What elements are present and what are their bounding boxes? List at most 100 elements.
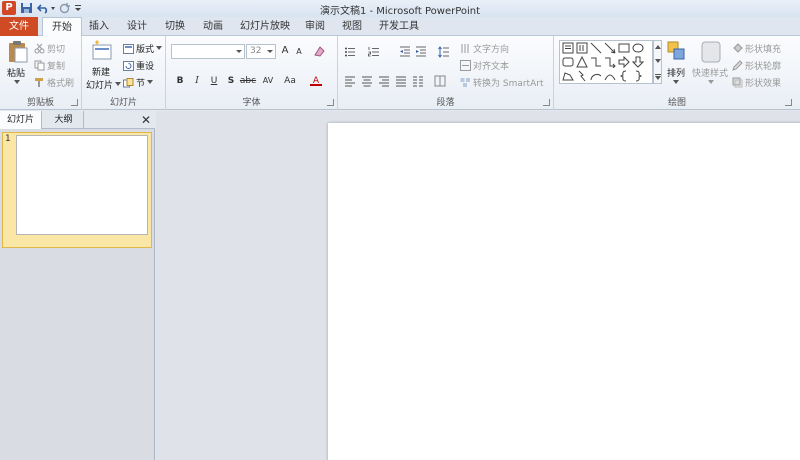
tab-insert[interactable]: 插入: [84, 17, 114, 36]
reset-button[interactable]: 重设: [123, 59, 154, 72]
slide-thumbnail[interactable]: [16, 135, 148, 235]
tab-animations[interactable]: 动画: [196, 17, 230, 36]
strikethrough-button[interactable]: abc: [239, 75, 257, 87]
shape-outline-label: 形状轮廓: [745, 62, 782, 72]
shape-effects-button[interactable]: 形状效果: [732, 76, 781, 89]
elbow-connector-shape-icon[interactable]: [590, 56, 602, 68]
align-center-icon[interactable]: [361, 75, 373, 87]
slide-canvas[interactable]: [328, 123, 800, 460]
freeform-shape-icon[interactable]: [562, 70, 574, 82]
quick-styles-icon[interactable]: [700, 40, 722, 64]
layout-button[interactable]: 版式: [123, 42, 163, 55]
line-shape-icon[interactable]: [590, 42, 602, 54]
tab-developer[interactable]: 开发工具: [374, 17, 424, 36]
down-arrow-shape-icon[interactable]: [632, 56, 644, 68]
clipboard-launcher-icon[interactable]: [71, 99, 78, 106]
quick-styles-button[interactable]: 快速样式: [692, 66, 728, 79]
character-spacing-button[interactable]: AV: [260, 75, 276, 87]
curve-shape-icon[interactable]: [604, 70, 616, 82]
justify-icon[interactable]: [395, 75, 407, 87]
shape-outline-button[interactable]: 形状轮廓: [732, 59, 781, 72]
tab-slideshow[interactable]: 幻灯片放映: [237, 17, 293, 36]
arrow-line-shape-icon[interactable]: [604, 42, 616, 54]
format-painter-button[interactable]: 格式刷: [34, 76, 74, 89]
paint-bucket-icon: [733, 43, 743, 53]
rectangle-shape-icon[interactable]: [618, 42, 630, 54]
tab-outline-panel[interactable]: 大纲: [44, 111, 84, 129]
clear-formatting-icon[interactable]: [313, 45, 326, 58]
textbox-shape-icon[interactable]: [562, 42, 574, 54]
tab-slides-panel[interactable]: 幻灯片: [0, 111, 42, 129]
new-slide-button[interactable]: 新建: [92, 65, 110, 78]
quick-styles-dropdown-icon[interactable]: [708, 80, 714, 85]
line-spacing-icon[interactable]: [438, 46, 450, 58]
arrange-button[interactable]: 排列: [667, 66, 685, 79]
triangle-shape-icon[interactable]: [576, 56, 588, 68]
section-icon: [123, 77, 134, 87]
arrange-dropdown-icon[interactable]: [673, 80, 679, 85]
grow-font-button[interactable]: A: [279, 45, 291, 57]
shapes-gallery-scroll[interactable]: [653, 40, 662, 84]
oval-shape-icon[interactable]: [632, 42, 644, 54]
layout-icon: [123, 43, 134, 54]
new-slide-icon[interactable]: [91, 40, 113, 62]
columns-dropdown-icon[interactable]: [434, 75, 446, 87]
elbow-arrow-shape-icon[interactable]: [604, 56, 616, 68]
text-shadow-s-button[interactable]: S: [225, 75, 237, 87]
layout-label: 版式: [136, 45, 155, 55]
paste-dropdown-icon[interactable]: [14, 80, 20, 85]
tab-design[interactable]: 设计: [120, 17, 154, 36]
bullets-icon[interactable]: [344, 46, 356, 58]
font-size-select[interactable]: 32: [246, 44, 276, 59]
gallery-more-icon: [655, 74, 661, 80]
arrange-icon[interactable]: [665, 40, 687, 64]
cut-button[interactable]: 剪切: [34, 42, 65, 55]
ribbon-home: 粘贴 剪切 复制 格式刷 剪贴板 新建 幻灯片 版式 重设 节 幻灯片 32 A…: [0, 36, 800, 110]
shrink-font-button[interactable]: A: [293, 46, 305, 58]
left-brace-shape-icon[interactable]: [618, 70, 630, 82]
columns-icon[interactable]: [412, 75, 424, 87]
font-size-value: 32: [250, 46, 262, 56]
new-slide-dropdown[interactable]: 幻灯片: [86, 78, 122, 91]
paragraph-launcher-icon[interactable]: [543, 99, 550, 106]
section-button[interactable]: 节: [123, 76, 154, 89]
tab-home[interactable]: 开始: [42, 17, 82, 37]
font-color-button[interactable]: A: [310, 75, 322, 86]
align-left-icon[interactable]: [344, 75, 356, 87]
gallery-up-icon: [655, 45, 661, 49]
format-painter-label: 格式刷: [47, 79, 75, 89]
align-text-button[interactable]: 对齐文本: [460, 59, 509, 72]
shapes-gallery[interactable]: [559, 40, 653, 84]
copy-button[interactable]: 复制: [34, 59, 65, 72]
underline-button[interactable]: U: [208, 75, 220, 87]
right-brace-shape-icon[interactable]: [632, 70, 644, 82]
font-name-select[interactable]: [171, 44, 245, 59]
lightning-shape-icon[interactable]: [576, 70, 588, 82]
text-direction-button[interactable]: 文字方向: [460, 42, 509, 55]
paste-button[interactable]: 粘贴: [7, 66, 25, 79]
paste-icon[interactable]: [7, 40, 29, 64]
increase-indent-icon[interactable]: [415, 46, 427, 58]
tab-transitions[interactable]: 切换: [158, 17, 192, 36]
drawing-launcher-icon[interactable]: [785, 99, 792, 106]
vertical-textbox-shape-icon[interactable]: [576, 42, 588, 54]
tab-review[interactable]: 审阅: [300, 17, 330, 36]
italic-button[interactable]: I: [191, 75, 203, 87]
arc-shape-icon[interactable]: [590, 70, 602, 82]
decrease-indent-icon[interactable]: [399, 46, 411, 58]
change-case-button[interactable]: Aa: [282, 75, 298, 87]
font-launcher-icon[interactable]: [327, 99, 334, 106]
slide-editor-area[interactable]: [156, 111, 800, 460]
rounded-rectangle-shape-icon[interactable]: [562, 56, 574, 68]
align-right-icon[interactable]: [378, 75, 390, 87]
tab-file[interactable]: 文件: [0, 17, 38, 36]
right-arrow-shape-icon[interactable]: [618, 56, 630, 68]
close-panel-icon[interactable]: ✕: [141, 112, 151, 128]
new-slide-label: 新建: [92, 68, 111, 78]
convert-smartart-button[interactable]: 转换为 SmartArt: [460, 76, 543, 89]
numbering-icon[interactable]: [368, 46, 380, 58]
shape-fill-button[interactable]: 形状填充: [732, 42, 781, 55]
shape-effects-label: 形状效果: [745, 79, 782, 89]
tab-view[interactable]: 视图: [336, 17, 368, 36]
bold-button[interactable]: B: [174, 75, 186, 87]
